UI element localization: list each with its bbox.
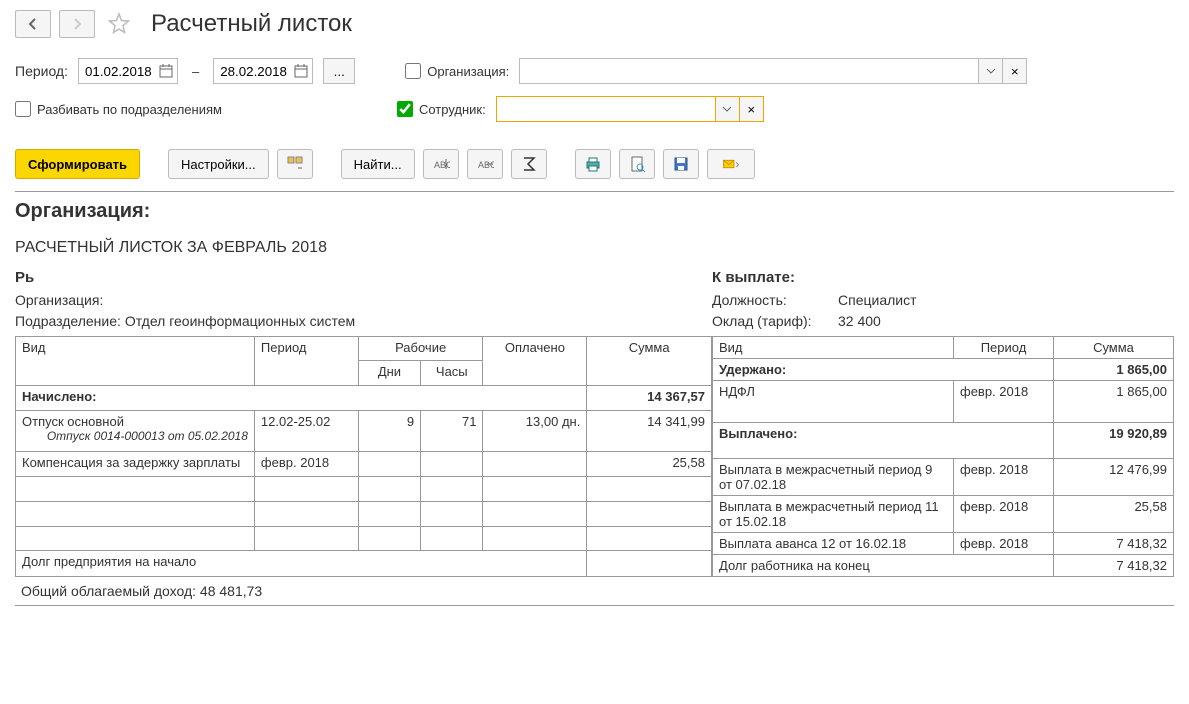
svg-text:ABC: ABC (478, 160, 494, 170)
table-row: Отпуск основнойОтпуск 0014-000013 от 05.… (16, 411, 712, 452)
generate-button[interactable]: Сформировать (15, 149, 140, 179)
table-row: Долг предприятия на начало (16, 551, 712, 576)
table-row (16, 501, 712, 526)
withheld-table: Вид Период Сумма Удержано: 1 865,00 НДФЛ… (712, 336, 1174, 577)
table-row (16, 476, 712, 501)
withheld-label: Удержано: (713, 358, 1054, 380)
col-work: Рабочие (358, 336, 483, 361)
table-row: Выплата аванса 12 от 16.02.18 февр. 2018… (713, 532, 1174, 554)
emp-clear-button[interactable]: × (740, 96, 764, 122)
emp-filter-label: Сотрудник: (419, 102, 486, 117)
paid-sum: 19 920,89 (1054, 422, 1174, 458)
col-sum: Сумма (1054, 336, 1174, 358)
withheld-sum: 1 865,00 (1054, 358, 1174, 380)
col-period: Период (954, 336, 1054, 358)
report-pb: Рь (15, 267, 712, 290)
email-button[interactable] (707, 149, 755, 179)
accrued-sum: 14 367,57 (587, 386, 712, 411)
emp-filter-checkbox[interactable] (397, 101, 413, 117)
expand-groups-button[interactable]: ABC (423, 149, 459, 179)
position-label: Должность: (712, 290, 838, 311)
collapse-groups-button[interactable]: ABC (467, 149, 503, 179)
sum-button[interactable] (511, 149, 547, 179)
report-dept-label: Подразделение: (15, 313, 121, 329)
period-select-button[interactable]: ... (323, 58, 355, 84)
org-dropdown-button[interactable] (979, 58, 1003, 84)
date-to-input[interactable] (213, 58, 313, 84)
emp-select[interactable] (496, 96, 716, 122)
emp-dropdown-button[interactable] (716, 96, 740, 122)
print-button[interactable] (575, 149, 611, 179)
report-dept-value: Отдел геоинформационных систем (125, 313, 355, 329)
date-from-input[interactable] (78, 58, 178, 84)
table-row: Компенсация за задержку зарплаты февр. 2… (16, 451, 712, 476)
variants-button[interactable] (277, 149, 313, 179)
split-dept-checkbox[interactable] (15, 101, 31, 117)
table-row: Долг работника на конец 7 418,32 (713, 554, 1174, 576)
col-hours: Часы (421, 361, 483, 386)
find-button[interactable]: Найти... (341, 149, 415, 179)
col-period: Период (254, 336, 358, 386)
table-row: Выплата в межрасчетный период 9 от 07.02… (713, 458, 1174, 495)
salary-label: Оклад (тариф): (712, 311, 838, 332)
col-paid: Оплачено (483, 336, 587, 386)
settings-button[interactable]: Настройки... (168, 149, 269, 179)
report-title: РАСЧЕТНЫЙ ЛИСТОК ЗА ФЕВРАЛЬ 2018 (15, 239, 1174, 257)
svg-text:ABC: ABC (434, 160, 450, 170)
date-dash: – (192, 64, 199, 79)
salary-value: 32 400 (838, 313, 881, 329)
preview-button[interactable] (619, 149, 655, 179)
table-row: Выплата в межрасчетный период 11 от 15.0… (713, 495, 1174, 532)
report-org-header: Организация: (15, 200, 1174, 223)
report-org-label: Организация: (15, 292, 103, 308)
forward-button[interactable] (59, 10, 95, 38)
org-select[interactable] (519, 58, 979, 84)
page-title: Расчетный листок (151, 10, 352, 38)
table-row: НДФЛ февр. 2018 1 865,00 (713, 380, 1174, 422)
total-taxable: Общий облагаемый доход: 48 481,73 (15, 577, 1174, 606)
save-button[interactable] (663, 149, 699, 179)
paid-label: Выплачено: (713, 422, 1054, 458)
col-days: Дни (358, 361, 420, 386)
col-sum: Сумма (587, 336, 712, 386)
position-value: Специалист (838, 292, 917, 308)
accrued-label: Начислено: (16, 386, 587, 411)
accrued-table: Вид Период Рабочие Оплачено Сумма Дни Ча… (15, 336, 712, 577)
col-type: Вид (713, 336, 954, 358)
payout-label: К выплате: (712, 267, 1174, 290)
org-filter-checkbox[interactable] (405, 63, 421, 79)
org-clear-button[interactable]: × (1003, 58, 1027, 84)
back-button[interactable] (15, 10, 51, 38)
col-type: Вид (16, 336, 255, 386)
org-filter-label: Организация: (427, 64, 509, 79)
period-label: Период: (15, 63, 68, 79)
split-dept-label: Разбивать по подразделениям (37, 102, 222, 117)
favorite-button[interactable] (103, 8, 135, 40)
table-row (16, 526, 712, 551)
